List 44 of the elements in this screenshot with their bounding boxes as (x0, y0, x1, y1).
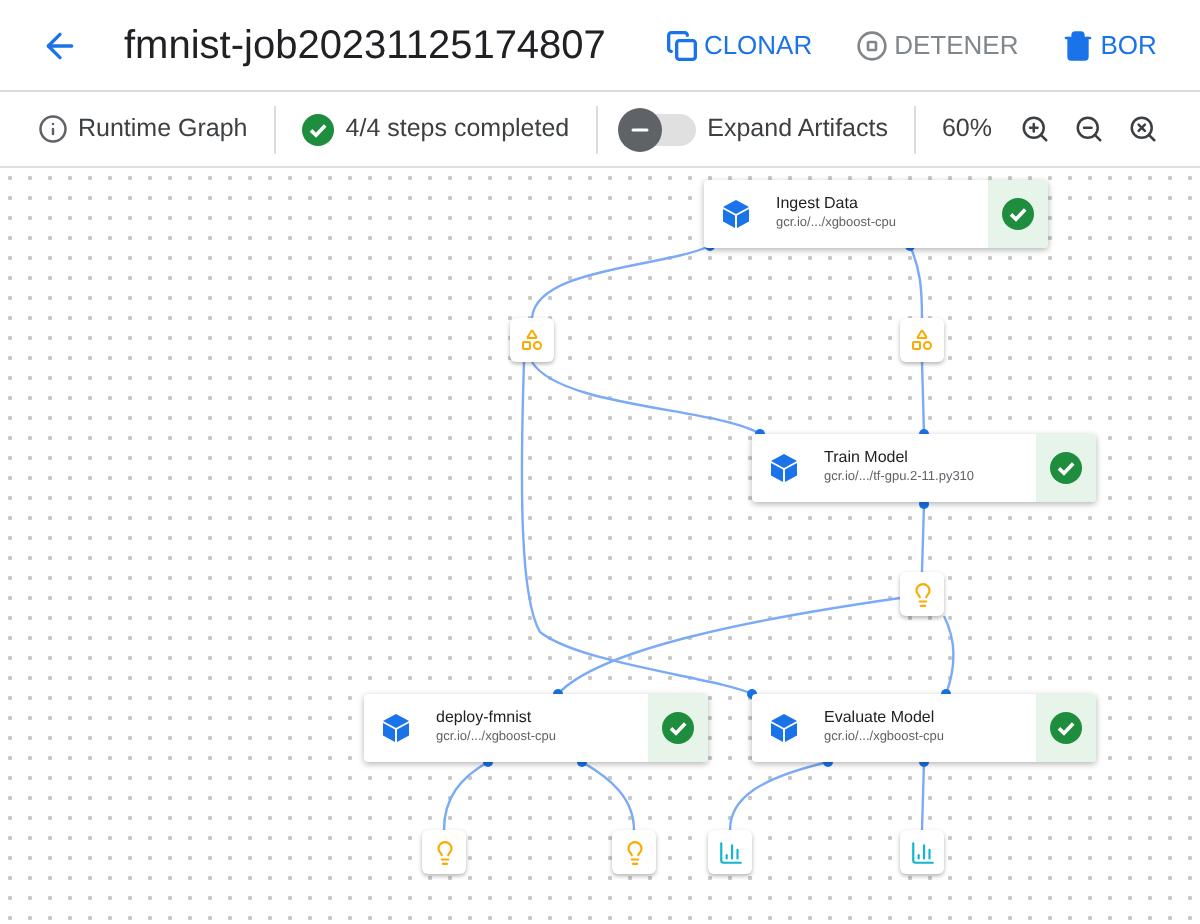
page-title: fmnist-job20231125174807 (124, 21, 606, 71)
zoom-out-button[interactable] (1074, 114, 1104, 144)
lightbulb-icon (909, 581, 935, 607)
steps-status: 4/4 steps completed (345, 112, 570, 147)
steps-complete-icon (301, 113, 334, 145)
success-icon (1002, 198, 1034, 230)
zoom-reset-button[interactable] (1128, 114, 1158, 144)
cube-icon (768, 712, 800, 744)
toggle-label: Expand Artifacts (707, 112, 888, 147)
info-icon (38, 114, 68, 144)
copy-icon (665, 29, 698, 61)
step-name: Ingest Data (776, 196, 860, 213)
action-button[interactable]: CLONAR (665, 25, 813, 65)
artifact-node[interactable] (612, 830, 656, 874)
cube-icon (720, 198, 752, 230)
stop-icon (856, 29, 889, 61)
artifact-node[interactable] (900, 830, 944, 874)
artifact-node[interactable] (900, 572, 944, 616)
lightbulb-icon (621, 839, 647, 865)
artifact-node[interactable] (510, 318, 554, 362)
artifact-node[interactable] (708, 830, 752, 874)
artifact-node[interactable] (900, 318, 944, 362)
success-icon (1050, 712, 1082, 744)
step-name: deploy-fmnist (436, 710, 534, 727)
connector-line (919, 499, 929, 573)
lightbulb-icon (431, 839, 457, 865)
graph-label: Runtime Graph (78, 112, 248, 147)
cube-icon (380, 712, 412, 744)
success-icon (1050, 452, 1082, 484)
connector-line (728, 757, 833, 831)
shapes-icon (910, 328, 934, 352)
success-icon (662, 712, 694, 744)
artifact-node[interactable] (422, 830, 466, 874)
chart-icon (717, 839, 743, 865)
action-button[interactable]: BOR (1062, 25, 1157, 65)
toggle-switch[interactable] (623, 113, 696, 145)
cube-icon (768, 452, 800, 484)
step-name: Train Model (824, 450, 910, 467)
delete-icon (1062, 29, 1095, 61)
chart-icon (909, 839, 935, 865)
zoom-level: 60% (941, 112, 992, 147)
shapes-icon (520, 328, 544, 352)
zoom-in-button[interactable] (1020, 114, 1050, 144)
step-name: Evaluate Model (824, 710, 937, 727)
